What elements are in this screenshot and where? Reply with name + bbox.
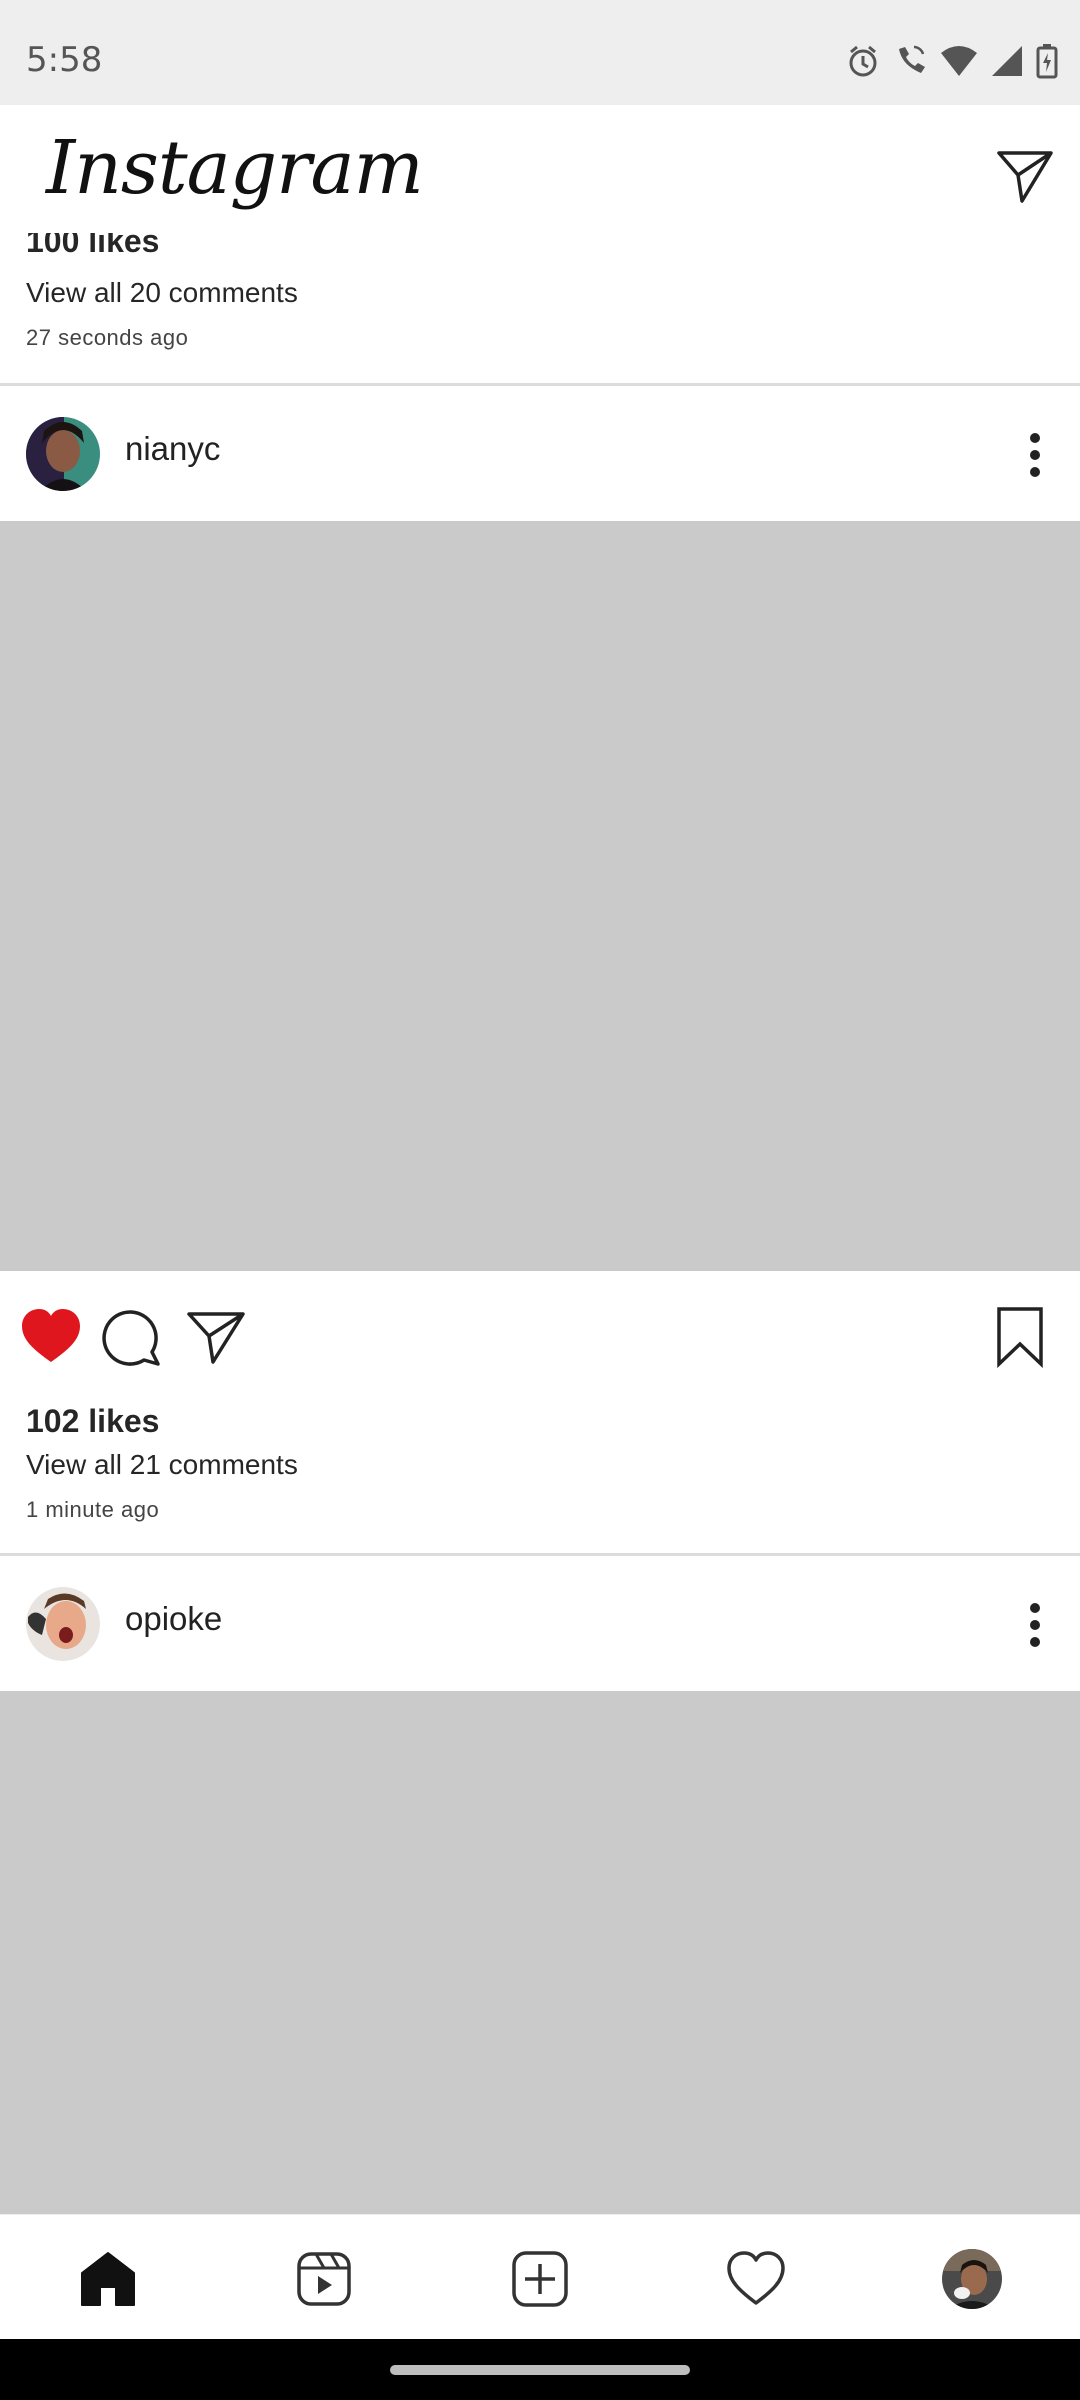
wifi-calling-icon (899, 45, 925, 73)
post-more-button[interactable] (1020, 430, 1050, 480)
avatar-opioke[interactable] (26, 1587, 100, 1661)
previous-post-footer: 100 likes View all 20 comments 27 second… (0, 233, 1080, 383)
post-likes[interactable]: 102 likes (26, 1403, 159, 1440)
nav-activity[interactable] (726, 2249, 786, 2309)
direct-messages-button[interactable] (996, 149, 1054, 205)
signal-icon (992, 46, 1022, 76)
like-button[interactable] (20, 1306, 82, 1368)
status-icons (846, 40, 1058, 82)
avatar-nianyc[interactable] (26, 417, 100, 491)
share-button[interactable] (185, 1306, 247, 1368)
previous-post-likes[interactable]: 100 likes (26, 233, 159, 260)
post-image-placeholder[interactable] (0, 521, 1080, 1271)
heart-filled-icon (22, 1309, 80, 1362)
post-actions (0, 1281, 1080, 1391)
post-header-opioke: opioke (0, 1556, 1080, 1691)
paper-plane-icon (187, 1312, 245, 1364)
app-header: Instagram (0, 105, 1080, 233)
battery-charging-icon (1036, 44, 1058, 79)
more-vertical-icon (1030, 433, 1040, 477)
instagram-logo: Instagram (46, 125, 424, 211)
save-button[interactable] (995, 1306, 1045, 1369)
home-icon (81, 2252, 135, 2306)
status-bar: 5:58 (0, 0, 1080, 105)
more-vertical-icon (1030, 1603, 1040, 1647)
nav-home[interactable] (78, 2249, 138, 2309)
paper-plane-icon (997, 151, 1053, 203)
bookmark-icon (997, 1307, 1043, 1369)
reels-icon (297, 2252, 351, 2306)
post-image-placeholder[interactable] (0, 1691, 1080, 2214)
bottom-navigation (0, 2214, 1080, 2339)
comment-button[interactable] (100, 1306, 162, 1368)
alarm-icon (849, 45, 877, 77)
post-header-nianyc: nianyc (0, 386, 1080, 521)
nav-profile[interactable] (942, 2249, 1002, 2309)
wifi-icon (941, 46, 977, 76)
activity-heart-icon (727, 2251, 785, 2305)
post-username[interactable]: opioke (125, 1600, 222, 1638)
post-time: 1 minute ago (26, 1497, 160, 1522)
view-comments-link[interactable]: View all 21 comments (26, 1449, 298, 1481)
nav-reels[interactable] (294, 2249, 354, 2309)
nav-create[interactable] (510, 2249, 570, 2309)
home-gesture-handle[interactable] (390, 2365, 690, 2375)
previous-post-time: 27 seconds ago (26, 325, 189, 350)
status-time: 5:58 (26, 40, 103, 80)
post-username[interactable]: nianyc (125, 430, 220, 468)
profile-avatar (942, 2249, 1002, 2309)
create-icon (512, 2251, 568, 2307)
previous-post-view-comments-link[interactable]: View all 20 comments (26, 277, 298, 309)
system-navigation-bar (0, 2339, 1080, 2400)
post-more-button[interactable] (1020, 1600, 1050, 1650)
comment-bubble-icon (102, 1310, 160, 1366)
